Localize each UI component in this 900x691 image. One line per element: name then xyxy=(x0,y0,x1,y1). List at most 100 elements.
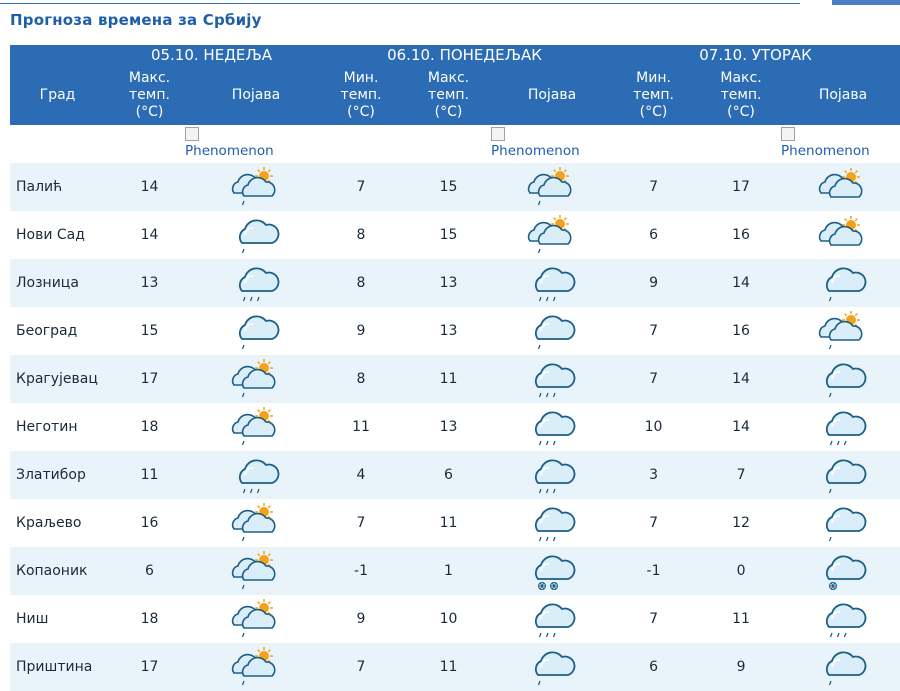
phenomenon-image-row: Phenomenon Phenomenon Phenomenon xyxy=(10,125,900,163)
col-header-min: Мин. темп. (°C) xyxy=(318,65,405,125)
partly-cloudy-sun-drizzle-icon xyxy=(524,165,580,209)
weather-icon-cell xyxy=(194,499,319,547)
city-name: Нови Сад xyxy=(10,211,105,259)
partly-cloudy-sun-drizzle-icon xyxy=(228,597,284,641)
weather-icon-cell xyxy=(194,451,319,499)
city-name: Крагујевац xyxy=(10,355,105,403)
cloudy-drizzle-icon xyxy=(815,261,871,305)
forecast-row: Лозница 13 8 13 9 14 xyxy=(10,259,900,307)
max-temp: 17 xyxy=(696,163,787,211)
min-temp: 7 xyxy=(611,307,697,355)
max-temp: 1 xyxy=(404,547,494,595)
weather-icon-cell xyxy=(493,547,612,595)
top-tab[interactable] xyxy=(832,0,900,5)
broken-image-icon xyxy=(491,127,506,141)
min-temp: 10 xyxy=(611,403,697,451)
cloudy-drizzle-icon xyxy=(228,213,284,257)
max-temp: 7 xyxy=(696,451,787,499)
max-temp: 12 xyxy=(696,499,787,547)
weather-icon-cell xyxy=(194,211,319,259)
max-temp: 11 xyxy=(105,451,194,499)
forecast-row: Краљево 16 7 11 7 12 xyxy=(10,499,900,547)
drizzle-snow-icon xyxy=(815,549,871,593)
min-temp: 9 xyxy=(611,259,697,307)
min-temp: 11 xyxy=(318,403,405,451)
partly-cloudy-sun-drizzle-icon xyxy=(228,165,284,209)
partly-cloudy-sun-drizzle-icon xyxy=(524,213,580,257)
broken-image: Phenomenon xyxy=(491,127,580,159)
cloudy-rain-icon xyxy=(524,501,580,545)
cloudy-drizzle-icon xyxy=(815,645,871,689)
min-temp: 7 xyxy=(318,163,405,211)
weather-icon-cell xyxy=(493,451,612,499)
min-temp: 7 xyxy=(611,355,697,403)
min-temp: 9 xyxy=(318,595,405,643)
col-header-min: Мин. темп. (°C) xyxy=(611,65,697,125)
cloudy-drizzle-icon xyxy=(815,501,871,545)
weather-icon-cell xyxy=(786,211,900,259)
weather-icon-cell xyxy=(194,163,319,211)
max-temp: 11 xyxy=(404,355,494,403)
partly-cloudy-sun-drizzle-icon xyxy=(815,309,871,353)
weather-icon-cell xyxy=(194,307,319,355)
weather-icon-cell xyxy=(493,211,612,259)
weather-icon-cell xyxy=(786,499,900,547)
max-temp: 16 xyxy=(696,307,787,355)
day-header-1: 05.10. НЕДЕЉА xyxy=(105,45,319,65)
weather-icon-cell xyxy=(194,403,319,451)
min-temp: 7 xyxy=(611,595,697,643)
cloudy-rain-icon xyxy=(815,405,871,449)
min-temp: 6 xyxy=(611,211,697,259)
broken-image-icon xyxy=(781,127,796,141)
partly-cloudy-sun-drizzle-icon xyxy=(228,357,284,401)
weather-icon-cell xyxy=(493,403,612,451)
col-header-max: Макс. темп. (°C) xyxy=(696,65,787,125)
forecast-row: Ниш 18 9 10 7 11 xyxy=(10,595,900,643)
cloudy-rain-icon xyxy=(524,261,580,305)
weather-icon-cell xyxy=(493,163,612,211)
weather-icon-cell xyxy=(493,259,612,307)
max-temp: 13 xyxy=(404,259,494,307)
cloudy-drizzle-icon xyxy=(524,309,580,353)
min-temp: 4 xyxy=(318,451,405,499)
max-temp: 11 xyxy=(404,499,494,547)
cloudy-drizzle-icon xyxy=(524,645,580,689)
forecast-row: Нови Сад 14 8 15 6 16 xyxy=(10,211,900,259)
max-temp: 13 xyxy=(105,259,194,307)
cloudy-rain-icon xyxy=(524,453,580,497)
max-temp: 14 xyxy=(696,355,787,403)
weather-icon-cell xyxy=(493,355,612,403)
broken-image-icon xyxy=(185,127,199,141)
cloudy-rain-icon xyxy=(524,597,580,641)
weather-icon-cell xyxy=(493,595,612,643)
city-name: Златибор xyxy=(10,451,105,499)
col-header-city: Град xyxy=(10,65,105,125)
day-header-3: 07.10. УТОРАК xyxy=(611,45,900,65)
min-temp: 3 xyxy=(611,451,697,499)
city-name: Краљево xyxy=(10,499,105,547)
forecast-row: Палић 14 7 15 7 17 xyxy=(10,163,900,211)
header-blank xyxy=(10,45,105,65)
top-rule xyxy=(0,3,800,4)
city-name: Неготин xyxy=(10,403,105,451)
max-temp: 16 xyxy=(105,499,194,547)
partly-cloudy-sun-drizzle-icon xyxy=(228,645,284,689)
max-temp: 6 xyxy=(105,547,194,595)
min-temp: 7 xyxy=(611,163,697,211)
weather-icon-cell xyxy=(493,499,612,547)
forecast-row: Неготин 18 11 13 10 14 xyxy=(10,403,900,451)
max-temp: 14 xyxy=(105,211,194,259)
weather-icon-cell xyxy=(786,403,900,451)
min-temp: 9 xyxy=(318,307,405,355)
min-temp: -1 xyxy=(318,547,405,595)
cloudy-rain-icon xyxy=(228,261,284,305)
max-temp: 10 xyxy=(404,595,494,643)
min-temp: 8 xyxy=(318,355,405,403)
max-temp: 15 xyxy=(404,211,494,259)
max-temp: 18 xyxy=(105,403,194,451)
min-temp: -1 xyxy=(611,547,697,595)
weather-icon-cell xyxy=(786,163,900,211)
cloudy-drizzle-icon xyxy=(815,357,871,401)
weather-icon-cell xyxy=(194,595,319,643)
cloudy-rain-icon xyxy=(524,357,580,401)
